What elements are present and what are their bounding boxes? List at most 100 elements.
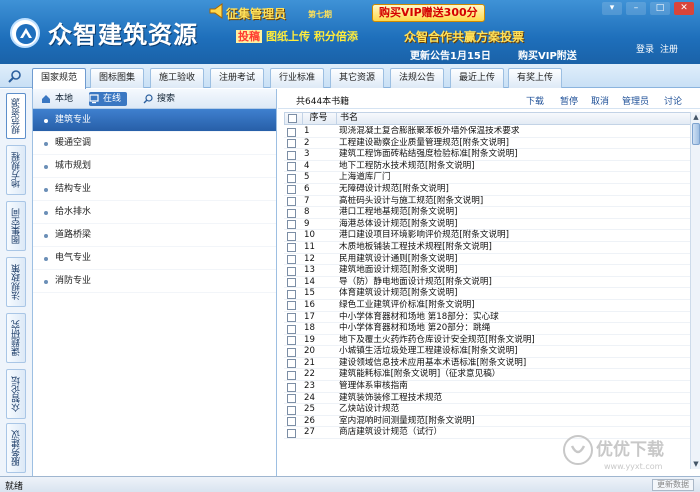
table-row[interactable]: 5 上海道库厂门 — [284, 172, 692, 184]
magnifier-icon[interactable] — [8, 69, 22, 83]
tab-recent-uploads[interactable]: 最近上传 — [450, 68, 505, 88]
search-button[interactable]: 搜索 — [143, 92, 175, 106]
side-tab-atlas[interactable]: 图集空间 — [6, 201, 26, 251]
table-row[interactable]: 4 地下工程防水技术规范[附条文说明] — [284, 161, 692, 173]
table-row[interactable]: 21 建设领域信息技术应用基本术语标准[附条文说明] — [284, 358, 692, 370]
row-checkbox[interactable] — [287, 185, 296, 195]
table-row[interactable]: 11 木质地板铺装工程技术规程[附条文说明] — [284, 242, 692, 254]
online-button[interactable]: 在线 — [89, 92, 128, 106]
row-checkbox[interactable] — [287, 359, 296, 369]
side-tab-research[interactable]: 课题研究 — [6, 313, 26, 363]
row-checkbox[interactable] — [287, 243, 296, 253]
row-checkbox[interactable] — [287, 278, 296, 288]
category-item[interactable]: 电气专业 — [33, 247, 276, 270]
scroll-down-icon[interactable]: ▼ — [692, 460, 700, 468]
row-checkbox[interactable] — [287, 173, 296, 183]
table-row[interactable]: 17 中小学体育器材和场地 第18部分：实心球 — [284, 312, 692, 324]
table-row[interactable]: 15 体育建筑设计规范[附条文说明] — [284, 288, 692, 300]
tab-atlas[interactable]: 图标图集 — [90, 68, 145, 88]
tab-registration-exam[interactable]: 注册考试 — [210, 68, 265, 88]
table-row[interactable]: 1 现浇混凝土复合膨胀聚苯板外墙外保温技术要求 — [284, 126, 692, 138]
table-row[interactable]: 16 绿色工业建筑评价标准[附条文说明] — [284, 300, 692, 312]
side-tab-forum[interactable]: 众智论坛 — [6, 369, 26, 419]
tab-other-resources[interactable]: 其它资源 — [330, 68, 385, 88]
tab-industry-standards[interactable]: 行业标准 — [270, 68, 325, 88]
menu-dropdown-icon[interactable]: ▾ — [602, 2, 622, 15]
login-link[interactable]: 登录 — [636, 45, 654, 55]
update-notice-link[interactable]: 更新公告1月15日 — [410, 47, 491, 62]
row-checkbox[interactable] — [287, 428, 296, 438]
row-checkbox[interactable] — [287, 208, 296, 218]
row-checkbox[interactable] — [287, 336, 296, 346]
row-checkbox[interactable] — [287, 417, 296, 427]
category-item[interactable]: 道路桥梁 — [33, 224, 276, 247]
table-row[interactable]: 2 工程建设勘察企业质量管理规范[附条文说明] — [284, 138, 692, 150]
row-checkbox[interactable] — [287, 347, 296, 357]
scrollbar-thumb[interactable] — [692, 123, 700, 145]
minimize-icon[interactable]: – — [626, 2, 646, 15]
table-row[interactable]: 7 高桩码头设计与施工规范[附条文说明] — [284, 196, 692, 208]
side-tab-standards[interactable]: 规范资源 — [6, 93, 26, 139]
table-row[interactable]: 13 建筑地面设计规范[附条文说明] — [284, 265, 692, 277]
vertical-scrollbar[interactable]: ▲ ▼ — [690, 112, 700, 469]
vip-promo-button[interactable]: 购买VIP赠送300分 — [372, 4, 485, 22]
row-checkbox[interactable] — [287, 289, 296, 299]
category-item[interactable]: 结构专业 — [33, 178, 276, 201]
row-checkbox[interactable] — [287, 139, 296, 149]
table-row[interactable]: 20 小城镇生活垃圾处理工程建设标准[附条文说明] — [284, 346, 692, 358]
table-row[interactable]: 24 建筑装饰装修工程技术规范 — [284, 393, 692, 405]
row-checkbox[interactable] — [287, 150, 296, 160]
table-row[interactable]: 23 管理体系审核指南 — [284, 381, 692, 393]
close-icon[interactable]: ✕ — [674, 2, 694, 15]
row-checkbox[interactable] — [287, 324, 296, 334]
tab-construction-acceptance[interactable]: 施工验收 — [150, 68, 205, 88]
update-data-button[interactable]: 更新数据 — [652, 479, 694, 491]
admin-button[interactable]: 管理员 — [622, 94, 649, 107]
table-row[interactable]: 9 海港总体设计规范[附条文说明] — [284, 219, 692, 231]
category-item[interactable]: 建筑专业 — [33, 109, 276, 132]
category-item[interactable]: 给水排水 — [33, 201, 276, 224]
category-item[interactable]: 城市规划 — [33, 155, 276, 178]
maximize-icon[interactable]: □ — [650, 2, 670, 15]
table-row[interactable]: 25 乙炔站设计规范 — [284, 404, 692, 416]
tab-national-standards[interactable]: 国家规范 — [32, 68, 87, 89]
table-row[interactable]: 26 室内混响时间测量规范[附条文说明] — [284, 416, 692, 428]
select-all-checkbox[interactable] — [288, 114, 297, 123]
scroll-up-icon[interactable]: ▲ — [692, 113, 700, 121]
row-checkbox[interactable] — [287, 162, 296, 172]
register-link[interactable]: 注册 — [660, 45, 678, 55]
collect-admin-title[interactable]: 征集管理员 — [226, 5, 286, 22]
table-row[interactable]: 14 导（防）静电地面设计规范[附条文说明] — [284, 277, 692, 289]
download-button[interactable]: 下载 — [526, 94, 544, 107]
table-row[interactable]: 3 建筑工程饰面砖粘结强度检验标准[附条文说明] — [284, 149, 692, 161]
category-item[interactable]: 暖通空调 — [33, 132, 276, 155]
column-header-no[interactable]: 序号 — [302, 113, 334, 124]
column-header-name[interactable]: 书名 — [336, 113, 690, 124]
row-checkbox[interactable] — [287, 231, 296, 241]
discuss-button[interactable]: 讨论 — [664, 94, 682, 107]
row-checkbox[interactable] — [287, 255, 296, 265]
tab-regulations[interactable]: 法规公告 — [390, 68, 445, 88]
side-tab-policy[interactable]: 法规政策 — [6, 257, 26, 307]
local-button[interactable]: 本地 — [41, 92, 73, 106]
cooperation-slogan[interactable]: 众智合作共赢方案投票 — [404, 28, 524, 45]
side-tab-feedback[interactable]: 服务建议 — [6, 423, 26, 473]
table-row[interactable]: 22 建筑能耗标准[附条文说明]（征求意见稿） — [284, 369, 692, 382]
side-tab-local-rules[interactable]: 地方规程 — [6, 145, 26, 195]
row-checkbox[interactable] — [287, 382, 296, 392]
upload-promo[interactable]: 投稿 图纸上传 积分倍添 — [236, 28, 358, 44]
table-row[interactable]: 10 港口建设项目环境影响评价规范[附条文说明] — [284, 230, 692, 242]
row-checkbox[interactable] — [287, 313, 296, 322]
row-checkbox[interactable] — [287, 127, 296, 137]
row-checkbox[interactable] — [287, 197, 296, 207]
table-row[interactable]: 6 无障碍设计规范[附条文说明] — [284, 184, 692, 196]
row-checkbox[interactable] — [287, 266, 296, 276]
cancel-button[interactable]: 取消 — [591, 94, 609, 107]
row-checkbox[interactable] — [287, 220, 296, 230]
tab-reward-upload[interactable]: 有奖上传 — [508, 68, 563, 88]
row-checkbox[interactable] — [287, 370, 296, 380]
row-checkbox[interactable] — [287, 394, 296, 404]
pause-button[interactable]: 暂停 — [560, 94, 578, 107]
table-row[interactable]: 19 地下及覆土火药炸药仓库设计安全规范[附条文说明] — [284, 335, 692, 347]
row-checkbox[interactable] — [287, 405, 296, 415]
